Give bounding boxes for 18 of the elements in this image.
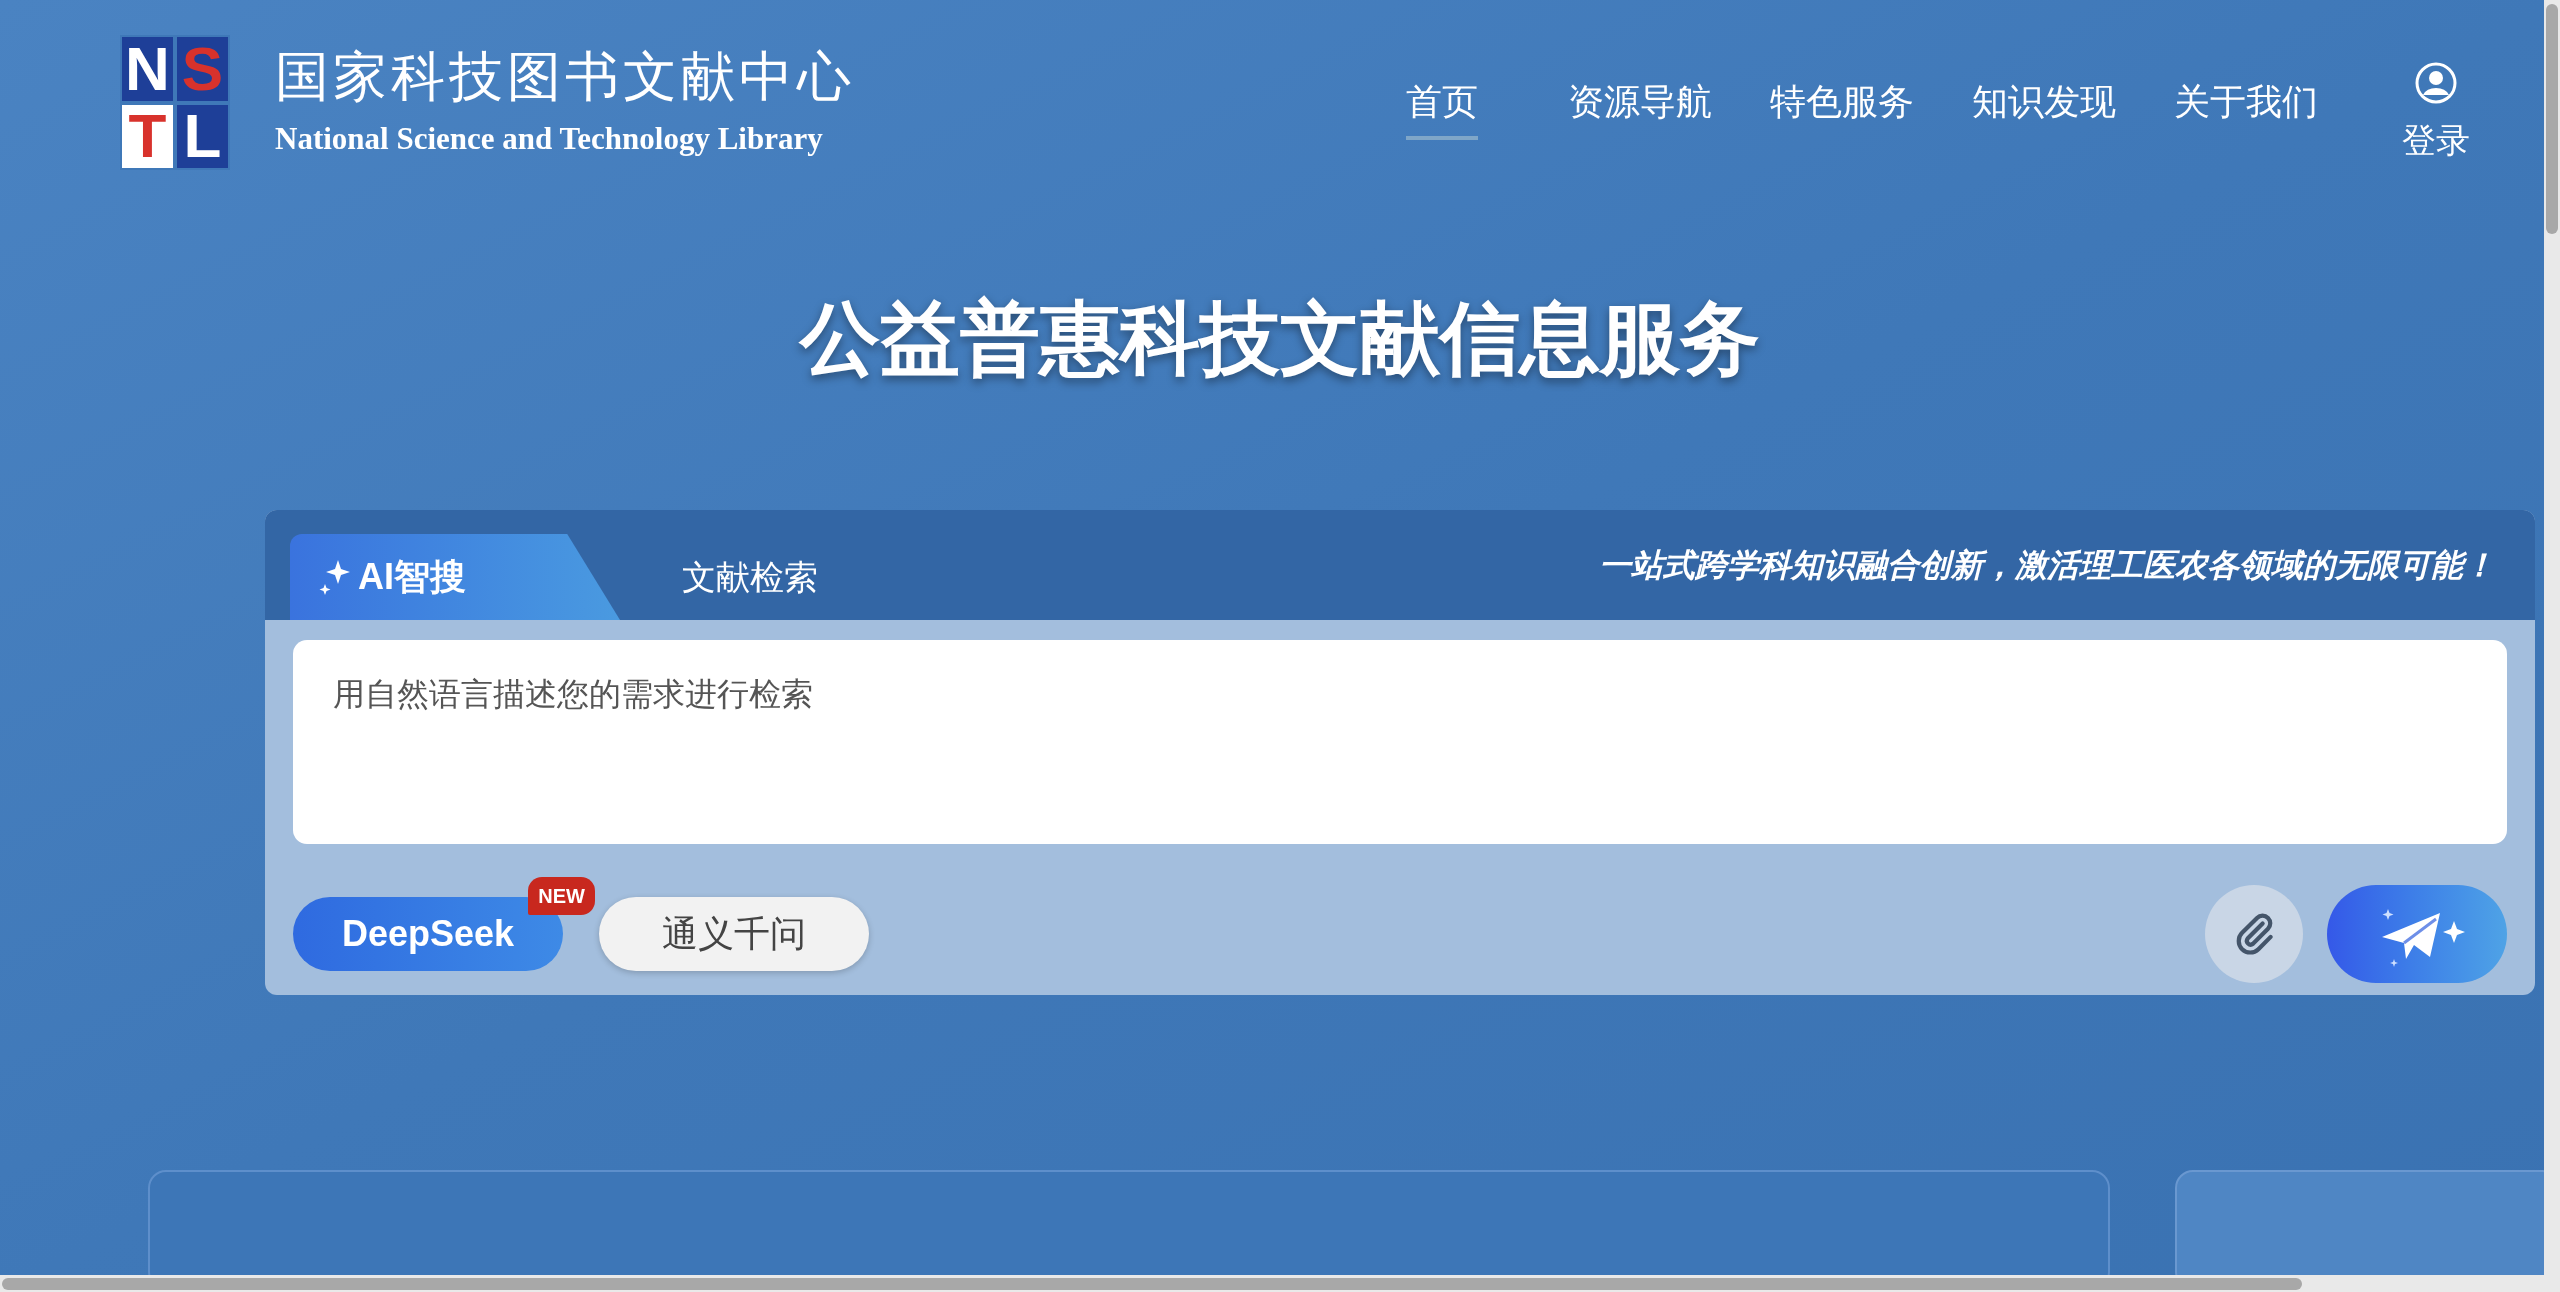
nav-link[interactable]: 资源导航 <box>1568 78 1712 140</box>
nav-link[interactable]: 特色服务 <box>1770 78 1914 140</box>
login-link[interactable]: 登录 <box>2402 118 2470 162</box>
search-tab[interactable]: 文献检索 <box>620 534 880 620</box>
site-title: 国家科技图书文献中心 <box>275 44 855 109</box>
new-badge: NEW <box>528 877 595 915</box>
site-subtitle: National Science and Technology Library <box>275 119 824 158</box>
slogan-text: 一站式跨学科知识融合创新，激活理工医农各领域的无限可能！ <box>1599 546 2495 585</box>
nav-link[interactable]: 关于我们 <box>2174 78 2318 140</box>
hero-title: 公益普惠科技文献信息服务 <box>800 290 1760 387</box>
vertical-scrollbar[interactable] <box>2546 4 2558 234</box>
search-tab[interactable]: AI智搜 <box>290 534 620 620</box>
user-icon <box>2415 62 2457 104</box>
model-button[interactable]: 通义千问 <box>599 897 869 971</box>
query-field[interactable]: 用自然语言描述您的需求进行检索 <box>293 640 2507 844</box>
horizontal-scrollbar[interactable] <box>2 1278 2302 1290</box>
nav-link[interactable]: 首页 <box>1406 78 1478 140</box>
nav-link[interactable]: 知识发现 <box>1972 78 2116 140</box>
